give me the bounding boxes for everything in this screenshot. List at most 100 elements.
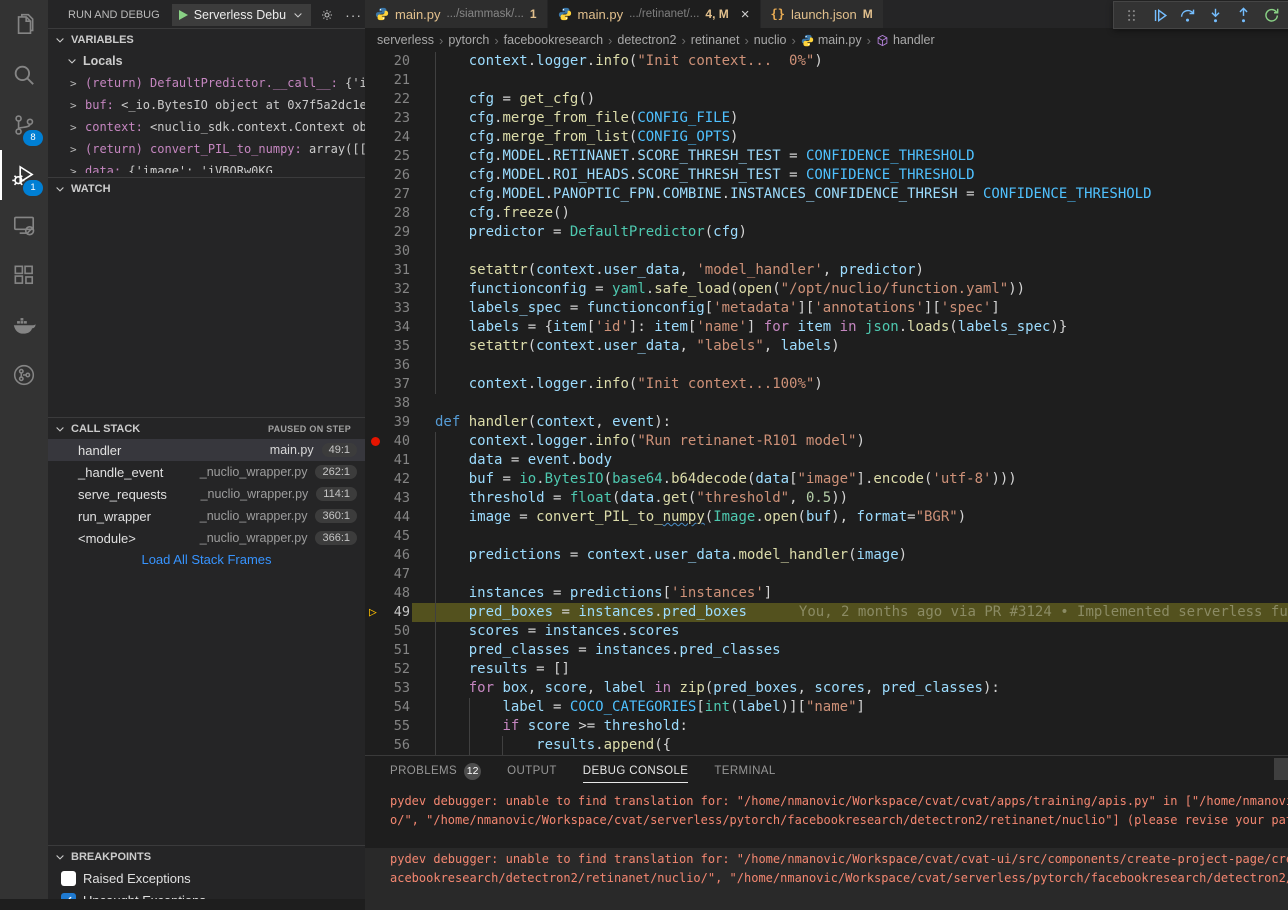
editor-tab[interactable]: {}launch.jsonM xyxy=(761,0,884,28)
checkbox-unchecked[interactable] xyxy=(61,871,76,886)
stack-frame-row[interactable]: _handle_event_nuclio_wrapper.py262:1 xyxy=(48,461,365,483)
editor-gutter[interactable]: 35 xyxy=(365,337,412,356)
editor-gutter[interactable]: 39 xyxy=(365,413,412,432)
editor-gutter[interactable]: 53 xyxy=(365,679,412,698)
code-line[interactable]: 47 xyxy=(365,565,1288,584)
activity-files-icon[interactable] xyxy=(0,0,48,50)
breadcrumb-item[interactable]: handler xyxy=(876,33,935,47)
editor-gutter[interactable]: 22 xyxy=(365,90,412,109)
code-line[interactable]: 43 threshold = float(data.get("threshold… xyxy=(365,489,1288,508)
code-line[interactable]: 46 predictions = context.user_data.model… xyxy=(365,546,1288,565)
editor-gutter[interactable]: 51 xyxy=(365,641,412,660)
editor-gutter[interactable]: 20 xyxy=(365,52,412,71)
code-line[interactable]: 21 xyxy=(365,71,1288,90)
editor-gutter[interactable]: 38 xyxy=(365,394,412,413)
activity-extensions-icon[interactable] xyxy=(0,250,48,300)
editor-gutter[interactable]: 24 xyxy=(365,128,412,147)
watch-section-header[interactable]: WATCH xyxy=(48,177,365,199)
breadcrumb-item[interactable]: retinanet xyxy=(691,33,740,47)
code-line[interactable]: 38 xyxy=(365,394,1288,413)
panel-scrollbar[interactable] xyxy=(1274,758,1288,780)
code-line[interactable]: 42 buf = io.BytesIO(base64.b64decode(dat… xyxy=(365,470,1288,489)
chevron-right-icon[interactable]: > xyxy=(70,143,85,156)
code-line[interactable]: 31 setattr(context.user_data, 'model_han… xyxy=(365,261,1288,280)
locals-scope-row[interactable]: Locals xyxy=(48,50,365,72)
editor-gutter[interactable]: 41 xyxy=(365,451,412,470)
breadcrumb-item[interactable]: detectron2 xyxy=(617,33,676,47)
editor-gutter[interactable]: 40 xyxy=(365,432,412,451)
chevron-right-icon[interactable]: > xyxy=(70,77,85,90)
editor-tab[interactable]: main.py.../retinanet/...4, M× xyxy=(548,0,761,28)
code-line[interactable]: 20 context.logger.info("Init context... … xyxy=(365,52,1288,71)
code-line[interactable]: 53 for box, score, label in zip(pred_box… xyxy=(365,679,1288,698)
call-stack-section-header[interactable]: CALL STACK PAUSED ON STEP xyxy=(48,417,365,439)
editor-gutter[interactable]: 28 xyxy=(365,204,412,223)
code-editor[interactable]: 20 context.logger.info("Init context... … xyxy=(365,52,1288,755)
chevron-right-icon[interactable]: > xyxy=(70,121,85,134)
breadcrumb-item[interactable]: nuclio xyxy=(754,33,787,47)
editor-gutter[interactable]: 54 xyxy=(365,698,412,717)
panel-tab-problems[interactable]: PROBLEMS12 xyxy=(390,756,481,786)
editor-gutter[interactable]: 47 xyxy=(365,565,412,584)
variables-section-header[interactable]: VARIABLES xyxy=(48,28,365,50)
chevron-right-icon[interactable]: > xyxy=(70,165,85,174)
editor-gutter[interactable]: 50 xyxy=(365,622,412,641)
code-line[interactable]: 22 cfg = get_cfg() xyxy=(365,90,1288,109)
close-icon[interactable]: × xyxy=(741,7,750,22)
step-out-button[interactable] xyxy=(1230,3,1256,27)
start-debugging-icon[interactable] xyxy=(179,10,188,20)
editor-gutter[interactable]: 32 xyxy=(365,280,412,299)
editor-gutter[interactable]: 37 xyxy=(365,375,412,394)
code-line[interactable]: 54 label = COCO_CATEGORIES[int(label)]["… xyxy=(365,698,1288,717)
breakpoints-section-header[interactable]: BREAKPOINTS xyxy=(48,845,365,867)
checkbox-checked[interactable]: ✓ xyxy=(61,893,76,900)
editor-gutter[interactable]: 48 xyxy=(365,584,412,603)
code-line[interactable]: 24 cfg.merge_from_list(CONFIG_OPTS) xyxy=(365,128,1288,147)
continue-button[interactable] xyxy=(1146,3,1172,27)
editor-gutter[interactable]: 46 xyxy=(365,546,412,565)
code-line[interactable]: 34 labels = {item['id']: item['name'] fo… xyxy=(365,318,1288,337)
activity-source-control-icon[interactable]: 8 xyxy=(0,100,48,150)
code-line[interactable]: 56 results.append({ xyxy=(365,736,1288,755)
gear-icon[interactable] xyxy=(319,7,335,23)
code-line[interactable]: 35 setattr(context.user_data, "labels", … xyxy=(365,337,1288,356)
stack-frame-row[interactable]: handlermain.py49:1 xyxy=(48,439,365,461)
code-line[interactable]: 40 context.logger.info("Run retinanet-R1… xyxy=(365,432,1288,451)
variable-row[interactable]: >context: <nuclio_sdk.context.Context ob… xyxy=(48,116,365,138)
code-line[interactable]: 39def handler(context, event): xyxy=(365,413,1288,432)
editor-gutter[interactable]: ▷49 xyxy=(365,603,412,622)
variable-row[interactable]: >buf: <_io.BytesIO object at 0x7f5a2dc1e… xyxy=(48,94,365,116)
code-line[interactable]: 26 cfg.MODEL.ROI_HEADS.SCORE_THRESH_TEST… xyxy=(365,166,1288,185)
activity-run-and-debug-icon[interactable]: 1 xyxy=(0,150,48,200)
editor-gutter[interactable]: 33 xyxy=(365,299,412,318)
code-line[interactable]: 36 xyxy=(365,356,1288,375)
drag-handle-button[interactable] xyxy=(1118,3,1144,27)
code-line[interactable]: 52 results = [] xyxy=(365,660,1288,679)
more-actions-icon[interactable]: ··· xyxy=(345,7,362,23)
breadcrumb-item[interactable]: serverless xyxy=(377,33,434,47)
code-line[interactable]: 27 cfg.MODEL.PANOPTIC_FPN.COMBINE.INSTAN… xyxy=(365,185,1288,204)
chevron-right-icon[interactable]: > xyxy=(70,99,85,112)
editor-gutter[interactable]: 56 xyxy=(365,736,412,755)
panel-tab-debug-console[interactable]: DEBUG CONSOLE xyxy=(583,756,689,786)
load-all-stack-frames-link[interactable]: Load All Stack Frames xyxy=(48,552,365,567)
restart-button[interactable] xyxy=(1258,3,1284,27)
stack-frame-row[interactable]: <module>_nuclio_wrapper.py366:1 xyxy=(48,527,365,549)
debug-config-dropdown[interactable]: Serverless Debu xyxy=(172,4,311,26)
breadcrumb-item[interactable]: main.py xyxy=(801,33,862,47)
editor-gutter[interactable]: 25 xyxy=(365,147,412,166)
variable-row[interactable]: >(return) DefaultPredictor.__call__: {'i… xyxy=(48,72,365,94)
editor-gutter[interactable]: 27 xyxy=(365,185,412,204)
editor-gutter[interactable]: 23 xyxy=(365,109,412,128)
code-line[interactable]: 50 scores = instances.scores xyxy=(365,622,1288,641)
editor-gutter[interactable]: 26 xyxy=(365,166,412,185)
editor-gutter[interactable]: 43 xyxy=(365,489,412,508)
code-line[interactable]: 33 labels_spec = functionconfig['metadat… xyxy=(365,299,1288,318)
activity-remote-explorer-icon[interactable] xyxy=(0,200,48,250)
activity-search-icon[interactable] xyxy=(0,50,48,100)
code-line[interactable]: 28 cfg.freeze() xyxy=(365,204,1288,223)
editor-gutter[interactable]: 44 xyxy=(365,508,412,527)
editor-gutter[interactable]: 55 xyxy=(365,717,412,736)
code-line[interactable]: 48 instances = predictions['instances'] xyxy=(365,584,1288,603)
code-line[interactable]: 44 image = convert_PIL_to_numpy(Image.op… xyxy=(365,508,1288,527)
